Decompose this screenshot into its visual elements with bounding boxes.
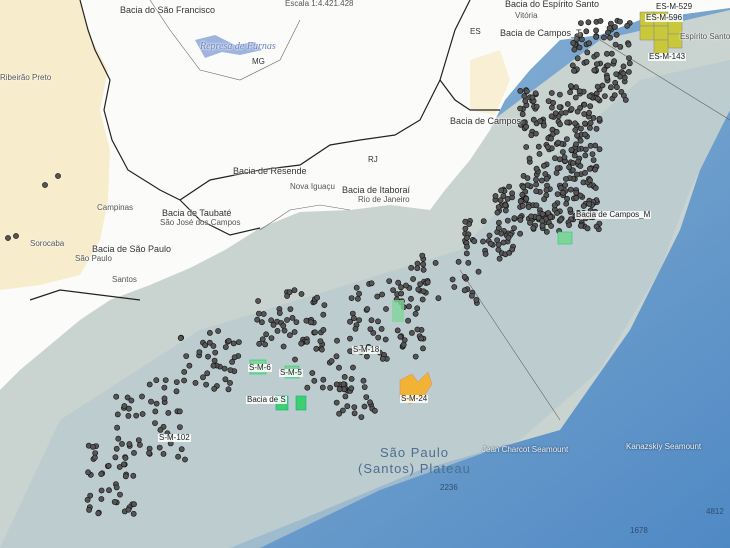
block-bacia-s-b[interactable] <box>295 395 307 411</box>
label-represa-furnas: Represa de Furnas <box>200 41 276 52</box>
label-es-m-143[interactable]: ES-M-143 <box>648 53 687 61</box>
label-bacia-sao-paulo: Bacia de São Paulo <box>92 244 172 254</box>
label-plateau-line1: São Paulo <box>380 445 449 460</box>
label-depth-2236: 2236 <box>440 483 458 492</box>
label-sao-jose-campos: São José dos Campos <box>160 218 241 227</box>
label-espirito-santo: Espírito Santo <box>680 32 730 41</box>
label-bacia-itaborai: Bacia de Itaboraí <box>342 185 411 195</box>
map-view[interactable]: Escala 1:4.421.428 Bacia do São Francisc… <box>0 0 730 548</box>
block-campos-m[interactable] <box>557 231 573 245</box>
label-vitoria: Vitória <box>515 11 538 20</box>
label-bacia-espirito-santo: Bacia do Espírito Santo <box>505 0 600 9</box>
label-sorocaba: Sorocaba <box>30 239 65 248</box>
label-santos: Santos <box>112 275 137 284</box>
block-green-mid[interactable] <box>392 300 404 322</box>
label-bacia-sao-francisco: Bacia do São Francisco <box>120 5 216 15</box>
label-plateau-line2: (Santos) Plateau <box>358 461 471 476</box>
label-kanazskiy: Kanazskiy Seamount <box>626 442 702 451</box>
label-sao-paulo-city: São Paulo <box>75 254 112 263</box>
label-es-m-596[interactable]: ES-M-596 <box>645 14 684 22</box>
label-s-m-102[interactable]: S-M-102 <box>158 434 191 442</box>
label-es: ES <box>470 27 481 36</box>
scale-text: Escala 1:4.421.428 <box>285 0 354 8</box>
label-bacia-s[interactable]: Bacia de S <box>246 396 287 404</box>
label-rio-de-janeiro: Rio de Janeiro <box>358 195 410 204</box>
label-depth-4812: 4812 <box>706 507 724 516</box>
label-s-m-24[interactable]: S-M-24 <box>400 395 429 403</box>
label-bacia-campos: Bacia de Campos <box>450 116 522 126</box>
label-bacia-taubate: Bacia de Taubaté <box>162 208 232 218</box>
label-bacia-campos-t: Bacia de Campos_T <box>500 28 582 38</box>
label-rj: RJ <box>368 155 378 164</box>
label-jean-charcot: Jean Charcot Seamount <box>482 445 569 454</box>
label-campos-m[interactable]: Bacia de Campos_M <box>575 211 652 219</box>
label-s-m-5[interactable]: S-M-5 <box>279 369 303 377</box>
label-s-m-18[interactable]: S-M-18 <box>352 346 381 354</box>
label-s-m-6[interactable]: S-M-6 <box>248 364 272 372</box>
label-ribeirao-preto: Ribeirão Preto <box>0 73 52 82</box>
label-nova-iguacu: Nova Iguaçu <box>290 182 335 191</box>
label-bacia-resende: Bacia de Resende <box>233 166 307 176</box>
label-es-m-529[interactable]: ES-M-529 <box>655 3 694 11</box>
label-depth-1678: 1678 <box>630 526 648 535</box>
label-mg: MG <box>252 57 265 66</box>
label-campinas: Campinas <box>97 203 134 212</box>
